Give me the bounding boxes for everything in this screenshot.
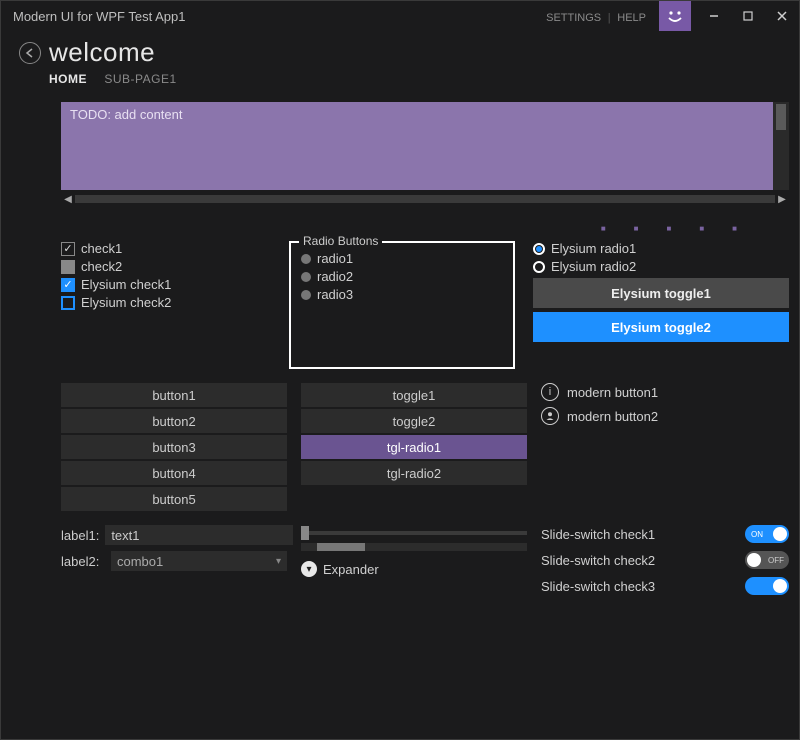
progress-bar — [301, 543, 527, 551]
slide-switch1-label: Slide-switch check1 — [541, 527, 655, 542]
separator: | — [608, 12, 611, 24]
elysium-check1-box[interactable]: ✓ — [61, 278, 75, 292]
feedback-smiley-button[interactable] — [659, 1, 691, 31]
chevron-down-icon: ▾ — [301, 561, 317, 577]
horizontal-scrollbar[interactable]: ◀ ▶ — [61, 192, 789, 206]
tab-subpage1[interactable]: SUB-PAGE1 — [104, 72, 176, 86]
scroll-right-icon[interactable]: ▶ — [775, 194, 789, 205]
toggle1[interactable]: toggle1 — [301, 383, 527, 407]
back-button[interactable] — [19, 42, 41, 64]
text1-input[interactable] — [105, 525, 293, 545]
button5[interactable]: button5 — [61, 487, 287, 511]
elysium-radio2-dot[interactable] — [533, 261, 545, 273]
button4[interactable]: button4 — [61, 461, 287, 485]
check2-box[interactable] — [61, 260, 75, 274]
vertical-scrollbar[interactable] — [773, 102, 789, 190]
settings-link[interactable]: SETTINGS — [546, 12, 601, 24]
radio-group-legend: Radio Buttons — [299, 234, 382, 248]
expander[interactable]: ▾ Expander — [301, 561, 527, 577]
elysium-check2-label: Elysium check2 — [81, 295, 171, 310]
check1-box[interactable]: ✓ — [61, 242, 75, 256]
button3[interactable]: button3 — [61, 435, 287, 459]
elysium-radio1-label: Elysium radio1 — [551, 241, 636, 256]
slide-switch2-label: Slide-switch check2 — [541, 553, 655, 568]
tgl-radio2[interactable]: tgl-radio2 — [301, 461, 527, 485]
elysium-check2-box[interactable] — [61, 296, 75, 310]
elysium-toggle1[interactable]: Elysium toggle1 — [533, 278, 789, 308]
user-icon — [541, 407, 559, 425]
elysium-radio1-dot[interactable] — [533, 243, 545, 255]
slide-switch3[interactable] — [745, 577, 789, 595]
loading-dots: ■■■■■ — [61, 206, 789, 241]
check2-label: check2 — [81, 259, 122, 274]
help-link[interactable]: HELP — [617, 12, 646, 24]
page-title: welcome — [49, 37, 155, 68]
modern-button1[interactable]: imodern button1 — [541, 383, 789, 401]
modern-button2[interactable]: modern button2 — [541, 407, 789, 425]
toggle2[interactable]: toggle2 — [301, 409, 527, 433]
combo1[interactable]: combo1 — [111, 551, 287, 571]
slide-switch2[interactable]: OFF — [745, 551, 789, 569]
info-icon: i — [541, 383, 559, 401]
titlebar: Modern UI for WPF Test App1 SETTINGS | H… — [1, 1, 799, 31]
tgl-radio1[interactable]: tgl-radio1 — [301, 435, 527, 459]
page-header: welcome — [1, 31, 799, 70]
radio2-label: radio2 — [317, 269, 353, 284]
radio2-dot[interactable] — [301, 272, 311, 282]
button1[interactable]: button1 — [61, 383, 287, 407]
radio1-label: radio1 — [317, 251, 353, 266]
radio3-dot[interactable] — [301, 290, 311, 300]
radio3-label: radio3 — [317, 287, 353, 302]
elysium-check1-label: Elysium check1 — [81, 277, 171, 292]
scroll-left-icon[interactable]: ◀ — [61, 194, 75, 205]
elysium-radio2-label: Elysium radio2 — [551, 259, 636, 274]
todo-content-box[interactable]: TODO: add content — [61, 102, 773, 190]
slider-thumb[interactable] — [301, 526, 309, 540]
tabs: HOME SUB-PAGE1 — [1, 70, 799, 92]
radio-group: Radio Buttons radio1 radio2 radio3 — [289, 241, 515, 369]
close-button[interactable] — [765, 1, 799, 31]
slide-switch3-label: Slide-switch check3 — [541, 579, 655, 594]
slide-switch1[interactable]: ON — [745, 525, 789, 543]
tab-home[interactable]: HOME — [49, 72, 87, 86]
app-title: Modern UI for WPF Test App1 — [13, 9, 185, 24]
label1: label1: — [61, 528, 99, 543]
maximize-button[interactable] — [731, 1, 765, 31]
check1-label: check1 — [81, 241, 122, 256]
label2: label2: — [61, 554, 105, 569]
minimize-button[interactable] — [697, 1, 731, 31]
button2[interactable]: button2 — [61, 409, 287, 433]
radio1-dot[interactable] — [301, 254, 311, 264]
elysium-toggle2[interactable]: Elysium toggle2 — [533, 312, 789, 342]
slider[interactable] — [301, 531, 527, 535]
